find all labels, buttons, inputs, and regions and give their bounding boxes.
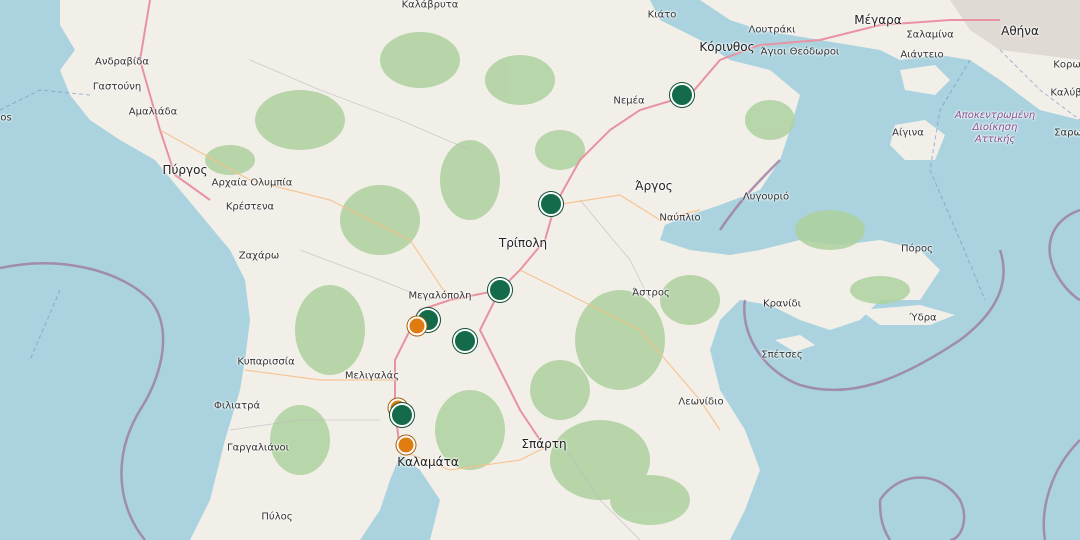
map-view[interactable]: Καλάβρυτα Κιάτο Λουτράκι Μέγαρα Αθήνα Σα… xyxy=(0,0,1080,540)
label-region-attica: Αποκεντρωμένη Διοίκηση Αττικής xyxy=(954,110,1036,145)
map-marker-green[interactable] xyxy=(670,83,694,107)
label-pyrgos: Πύργος xyxy=(162,163,208,177)
map-marker-orange[interactable] xyxy=(396,435,416,455)
label-salamina: Σαλαμίνα xyxy=(906,29,954,41)
label-amaliada: Αμαλιάδα xyxy=(128,106,178,118)
label-gastouni: Γαστούνη xyxy=(92,81,142,93)
label-krestena: Κρέστενα xyxy=(225,201,275,213)
label-megalopoli: Μεγαλόπολη xyxy=(408,290,472,302)
label-nemea: Νεμέα xyxy=(613,95,645,107)
label-andravida: Ανδραβίδα xyxy=(95,56,149,68)
label-filiatra: Φιλιατρά xyxy=(213,400,261,412)
label-kiato: Κιάτο xyxy=(647,9,677,21)
label-argos: Άργος xyxy=(635,179,673,193)
label-megara: Μέγαρα xyxy=(854,13,902,27)
label-leonidio: Λεωνίδιο xyxy=(678,396,724,408)
label-spetses: Σπέτσες xyxy=(761,349,803,361)
label-zacharo: Ζαχάρω xyxy=(238,250,280,262)
map-marker-green[interactable] xyxy=(488,278,512,302)
label-korinthos: Κόρινθος xyxy=(699,40,755,54)
map-marker-green[interactable] xyxy=(390,403,414,427)
map-marker-orange[interactable] xyxy=(407,316,427,336)
label-saro: Σαρω xyxy=(1054,127,1080,139)
label-aigina: Αίγινα xyxy=(892,127,924,139)
label-astros: Άστρος xyxy=(632,287,670,299)
label-archaia-olympia: Αρχαία Ολυμπία xyxy=(211,177,293,189)
label-ydra: Ύδρα xyxy=(909,312,937,324)
label-nafplio: Ναύπλιο xyxy=(659,212,701,224)
label-kalamata: Καλαμάτα xyxy=(397,455,459,469)
label-kyparissia: Κυπαρισσία xyxy=(237,356,295,368)
label-aianteio: Αιάντειο xyxy=(900,49,944,61)
map-marker-green[interactable] xyxy=(453,329,477,353)
label-os: οs xyxy=(0,112,12,124)
label-athina: Αθήνα xyxy=(1001,24,1039,38)
label-meligalas: Μελιγαλάς xyxy=(344,370,400,382)
label-sparti: Σπάρτη xyxy=(521,437,567,451)
label-koro: Κορω xyxy=(1053,59,1080,71)
label-kalyv: Καλύβ xyxy=(1050,87,1080,99)
map-base-layer xyxy=(0,0,1080,540)
label-poros: Πόρος xyxy=(901,243,933,255)
label-tripoli: Τρίπολη xyxy=(498,236,548,250)
label-kalavryta: Καλάβρυτα xyxy=(401,0,459,11)
label-pylos: Πύλος xyxy=(261,511,293,523)
label-lygourio: Λυγουριό xyxy=(742,191,790,203)
label-loutraki: Λουτράκι xyxy=(748,24,796,36)
map-marker-green[interactable] xyxy=(539,192,563,216)
label-agioi-theodoroi: Άγιοι Θεόδωροι xyxy=(760,46,840,58)
label-kranidi: Κρανίδι xyxy=(763,298,801,310)
label-gargalianoi: Γαργαλιάνοι xyxy=(226,442,290,454)
